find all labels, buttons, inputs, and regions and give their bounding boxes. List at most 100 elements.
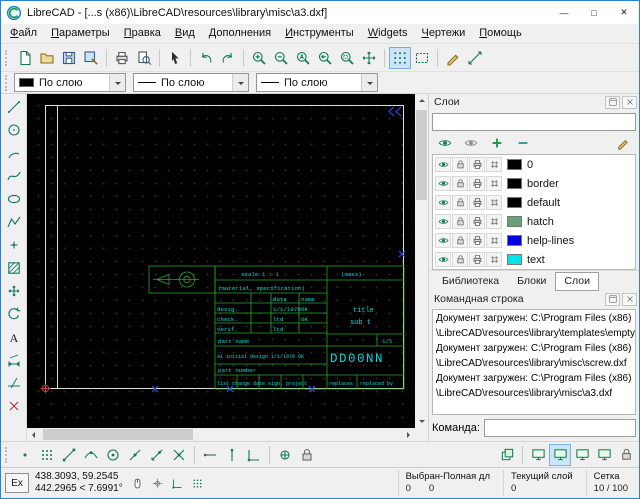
horizontal-scrollbar[interactable] (27, 428, 415, 441)
undo-button[interactable] (195, 47, 217, 69)
layer-lock-toggle[interactable] (452, 214, 468, 229)
drawing-viewport[interactable]: scale 1 : 1 (mass) (material, specificat… (27, 94, 415, 428)
snap-intersection-button[interactable] (168, 444, 190, 466)
modify-delete-button[interactable] (3, 395, 25, 417)
menu-widgets[interactable]: Widgets (361, 25, 415, 42)
layer-color-swatch[interactable] (507, 197, 522, 208)
draw-hatch-button[interactable] (3, 257, 25, 279)
layer-row[interactable]: help-lines (433, 231, 635, 250)
drawing-canvas-svg[interactable]: scale 1 : 1 (mass) (material, specificat… (27, 94, 415, 428)
view-window-1-button[interactable] (527, 444, 549, 466)
layer-visibility-toggle[interactable] (435, 195, 451, 210)
close-dock-icon[interactable] (622, 95, 637, 109)
layer-filter-input[interactable] (432, 113, 636, 131)
layer-print-toggle[interactable] (469, 195, 485, 210)
layer-visibility-toggle[interactable] (435, 214, 451, 229)
select-pointer-button[interactable] (164, 47, 186, 69)
tab-blocks[interactable]: Блоки (508, 272, 555, 291)
layer-row[interactable]: default (433, 193, 635, 212)
snap-distance-button[interactable] (146, 444, 168, 466)
tab-library[interactable]: Библиотека (433, 272, 508, 291)
layer-row[interactable]: 0 (433, 155, 635, 174)
layer-lock-toggle[interactable] (452, 252, 468, 267)
zoom-in-button[interactable] (248, 47, 270, 69)
drawing-area[interactable]: scale 1 : 1 (mass) (material, specificat… (27, 94, 428, 441)
draw-order-button[interactable] (496, 444, 518, 466)
snap-grid-button[interactable] (36, 444, 58, 466)
draw-ellipse-button[interactable] (3, 188, 25, 210)
scroll-right-button[interactable] (402, 428, 415, 441)
draw-spline-button[interactable] (3, 165, 25, 187)
layer-visibility-toggle[interactable] (435, 252, 451, 267)
pen-color-combo[interactable]: По слою (14, 73, 126, 92)
draw-line-button[interactable] (3, 96, 25, 118)
draft-mode-button[interactable] (411, 47, 433, 69)
layer-construction-toggle[interactable] (486, 195, 502, 210)
close-dock-icon[interactable] (622, 292, 637, 306)
layer-visibility-toggle[interactable] (435, 157, 451, 172)
minimize-button[interactable]: — (549, 1, 579, 24)
view-lock-button[interactable] (615, 444, 637, 466)
layer-lock-toggle[interactable] (452, 176, 468, 191)
measure-distance-button[interactable] (464, 47, 486, 69)
view-window-2-button[interactable] (549, 443, 571, 466)
pen-width-combo[interactable]: По слою (133, 73, 249, 92)
layer-color-swatch[interactable] (507, 216, 522, 227)
edit-layer-button[interactable] (610, 134, 636, 153)
scroll-left-button[interactable] (27, 428, 40, 441)
toolbar-drag-handle[interactable] (5, 49, 10, 66)
set-relative-zero-button[interactable] (274, 444, 296, 466)
layer-print-toggle[interactable] (469, 157, 485, 172)
lock-relative-zero-button[interactable] (296, 444, 318, 466)
layer-row[interactable]: hatch (433, 212, 635, 231)
float-dock-icon[interactable] (605, 95, 620, 109)
zoom-auto-button[interactable] (292, 47, 314, 69)
snap-on-entity-button[interactable] (80, 444, 102, 466)
redo-button[interactable] (217, 47, 239, 69)
layer-construction-toggle[interactable] (486, 252, 502, 267)
snap-middle-button[interactable] (124, 444, 146, 466)
layer-construction-toggle[interactable] (486, 233, 502, 248)
layer-print-toggle[interactable] (469, 214, 485, 229)
view-window-4-button[interactable] (593, 444, 615, 466)
layer-print-toggle[interactable] (469, 252, 485, 267)
snap-indicator-button[interactable] (149, 474, 167, 492)
draw-polyline-button[interactable] (3, 211, 25, 233)
menu-view[interactable]: Вид (168, 25, 202, 42)
draw-point-button[interactable] (3, 234, 25, 256)
layer-color-swatch[interactable] (507, 159, 522, 170)
save-button[interactable] (58, 47, 80, 69)
modify-rotate-button[interactable] (3, 303, 25, 325)
menu-options[interactable]: Параметры (44, 25, 117, 42)
float-dock-icon[interactable] (605, 292, 620, 306)
vertical-scrollbar-thumb[interactable] (416, 110, 427, 200)
toolbar-drag-handle[interactable] (5, 446, 10, 463)
toolbar-drag-handle[interactable] (5, 74, 10, 91)
show-all-layers-button[interactable] (432, 134, 458, 153)
menu-tools[interactable]: Инструменты (278, 25, 361, 42)
scroll-up-button[interactable] (415, 94, 428, 107)
layer-row[interactable]: text (433, 250, 635, 269)
print-preview-button[interactable] (133, 47, 155, 69)
modify-move-button[interactable] (3, 280, 25, 302)
command-line-toggle-button[interactable]: Ex (5, 473, 29, 493)
edit-attributes-button[interactable] (442, 47, 464, 69)
layer-lock-toggle[interactable] (452, 157, 468, 172)
command-dock-title[interactable]: Командная строка (429, 291, 639, 307)
draw-text-button[interactable]: A (3, 326, 25, 348)
grid-indicator-button[interactable] (189, 474, 207, 492)
zoom-window-button[interactable] (336, 47, 358, 69)
layer-lock-toggle[interactable] (452, 233, 468, 248)
layer-construction-toggle[interactable] (486, 214, 502, 229)
remove-layer-button[interactable] (510, 134, 536, 153)
layer-construction-toggle[interactable] (486, 176, 502, 191)
maximize-button[interactable]: □ (579, 1, 609, 24)
restrict-horizontal-button[interactable] (199, 444, 221, 466)
layer-print-toggle[interactable] (469, 176, 485, 191)
snap-free-button[interactable] (14, 444, 36, 466)
zoom-out-button[interactable] (270, 47, 292, 69)
zoom-pan-button[interactable] (358, 47, 380, 69)
add-layer-button[interactable] (484, 134, 510, 153)
grid-toggle-button[interactable] (389, 46, 411, 69)
draw-dimension-button[interactable] (3, 349, 25, 371)
